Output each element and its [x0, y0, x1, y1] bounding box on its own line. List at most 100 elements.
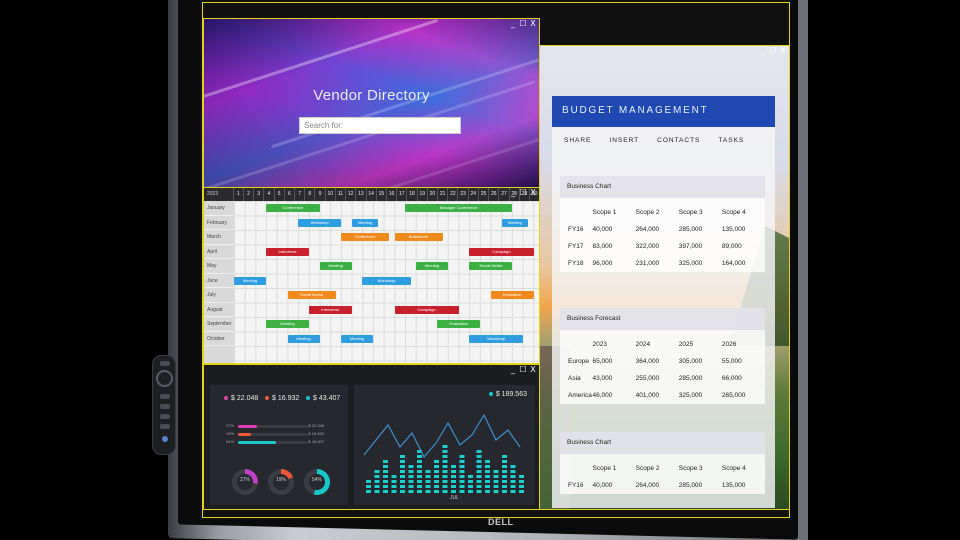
close-icon[interactable]: X	[529, 19, 537, 29]
calendar-event[interactable]: Workshop	[362, 276, 411, 285]
calendar-event[interactable]: Conference	[341, 233, 390, 241]
budget-management-window[interactable]: _ ☐ X BUDGET MANAGEMENT SHARE INSERT CON…	[539, 45, 790, 510]
equalizer-segment	[408, 480, 414, 483]
equalizer-segment	[493, 470, 499, 473]
calendar-day: 25	[477, 188, 488, 201]
equalizer-segment	[510, 485, 516, 488]
donut-label: 54%	[311, 477, 322, 483]
dashboard-window[interactable]: _ ☐ X $ 22.048 $ 16.932 $ 43.407 27% $ 22…	[203, 364, 540, 510]
calendar-event[interactable]: Interviews	[308, 305, 352, 314]
calendar-event[interactable]: Campaign	[469, 247, 534, 256]
progress-fill	[238, 441, 276, 444]
table-cell: 2024	[635, 341, 651, 348]
calendar-event[interactable]: Social Media	[287, 291, 336, 299]
equalizer-segment	[510, 490, 516, 493]
calendar-event[interactable]: Manager Conference	[405, 204, 513, 212]
equalizer-segment	[451, 470, 456, 473]
equalizer-segment	[383, 460, 388, 463]
equalizer-segment	[417, 480, 422, 483]
calendar-event[interactable]: Campaign	[394, 305, 459, 314]
maximize-icon[interactable]: ☐	[769, 46, 777, 56]
kpi-value: $ 43.407	[313, 395, 341, 402]
calendar-day: 17	[396, 188, 406, 201]
equalizer-segment	[485, 490, 490, 493]
remote-power-button	[160, 361, 170, 366]
menu-tasks[interactable]: TASKS	[718, 137, 744, 157]
calendar-day: 23	[457, 188, 467, 201]
equalizer-segment	[400, 490, 405, 493]
equalizer-segment	[408, 475, 414, 478]
table-cell: 40,000	[592, 482, 613, 489]
revenue-equalizer-chart	[363, 413, 524, 493]
window-controls: _ ☐ X	[509, 19, 537, 29]
close-icon[interactable]: X	[779, 46, 787, 56]
calendar-month: January	[204, 201, 234, 216]
table-cell: 40,000	[592, 226, 613, 233]
close-icon[interactable]: X	[529, 365, 537, 375]
equalizer-segment	[459, 490, 465, 493]
table-row: Europe 65,000 364,000 305,000 55,000	[560, 353, 765, 370]
calendar-event[interactable]: Workshop	[298, 218, 341, 227]
equalizer-segment	[434, 485, 439, 488]
calendar-event[interactable]: Workshop	[469, 334, 523, 343]
equalizer-segment	[434, 475, 439, 478]
equalizer-segment	[459, 475, 465, 478]
close-icon[interactable]: X	[529, 188, 537, 198]
minimize-icon[interactable]: _	[509, 188, 517, 198]
equalizer-segment	[408, 470, 414, 473]
table-cell: 285,000	[678, 482, 703, 489]
vendor-directory-window[interactable]: _ ☐ X Vendor Directory Search for:	[203, 18, 540, 190]
calendar-event[interactable]: Evaluation	[490, 291, 534, 299]
progress-bar: 54% $ 43.407	[226, 439, 324, 444]
equalizer-segment	[434, 490, 439, 493]
donut-chart: 27%	[232, 469, 258, 495]
calendar-event[interactable]: Brainstorm	[394, 233, 443, 241]
calendar-event[interactable]: Conference	[266, 204, 320, 212]
calendar-day: 18	[406, 188, 416, 201]
maximize-icon[interactable]: ☐	[519, 365, 527, 375]
calendar-day: 7	[293, 188, 304, 201]
minimize-icon[interactable]: _	[509, 365, 517, 375]
equalizer-segment	[493, 480, 499, 483]
menu-insert[interactable]: INSERT	[609, 137, 639, 157]
equalizer-segment	[442, 490, 448, 493]
calendar-event[interactable]: Social Media	[469, 262, 513, 270]
remote-button	[160, 404, 170, 409]
remote-logo	[162, 436, 168, 442]
calendar-event[interactable]: Evaluation	[437, 320, 481, 328]
vendor-search-input[interactable]: Search for:	[299, 117, 461, 134]
equalizer-segment	[485, 485, 490, 488]
equalizer-segment	[485, 470, 490, 473]
maximize-icon[interactable]: ☐	[519, 188, 527, 198]
remote-button	[160, 414, 170, 419]
calendar-event[interactable]: Meeting	[415, 262, 448, 270]
menu-share[interactable]: SHARE	[564, 137, 591, 157]
calendar-event[interactable]: Meeting	[341, 334, 374, 343]
equalizer-segment	[451, 480, 456, 483]
maximize-icon[interactable]: ☐	[519, 19, 527, 29]
menu-contacts[interactable]: CONTACTS	[657, 137, 700, 157]
calendar-day: 24	[467, 188, 478, 201]
calendar-month: February	[204, 216, 234, 230]
equalizer-segment	[502, 465, 507, 468]
equalizer-segment	[476, 455, 482, 458]
calendar-grid[interactable]: Conference Manager Conference Workshop Meet…	[234, 201, 539, 363]
calendar-window[interactable]: _ ☐ X 2023 1 2 3 4 5 6 7 8 9 10 11 12 13 14 15 16 17 18 19…	[203, 187, 540, 364]
light-streak	[329, 131, 539, 189]
calendar-event[interactable]: Meeting	[287, 334, 320, 343]
calendar-event[interactable]: Interviews	[266, 247, 309, 256]
table-cell: FY16	[568, 482, 584, 489]
calendar-event[interactable]: Meeting	[501, 218, 529, 227]
calendar-event[interactable]: Meeting	[234, 276, 267, 285]
minimize-icon[interactable]: _	[509, 19, 517, 29]
equalizer-segment	[510, 465, 516, 468]
equalizer-segment	[425, 475, 431, 478]
calendar-day: 9	[314, 188, 324, 201]
calendar-event[interactable]: Meeting	[319, 262, 352, 270]
calendar-event[interactable]: Meeting	[351, 218, 379, 227]
calendar-event[interactable]: Meeting	[266, 320, 309, 328]
progress-bar: 19% $ 16.932	[226, 431, 324, 436]
minimize-icon[interactable]: _	[759, 46, 767, 56]
equalizer-segment	[400, 480, 405, 483]
table-cell: 255,000	[635, 375, 660, 382]
